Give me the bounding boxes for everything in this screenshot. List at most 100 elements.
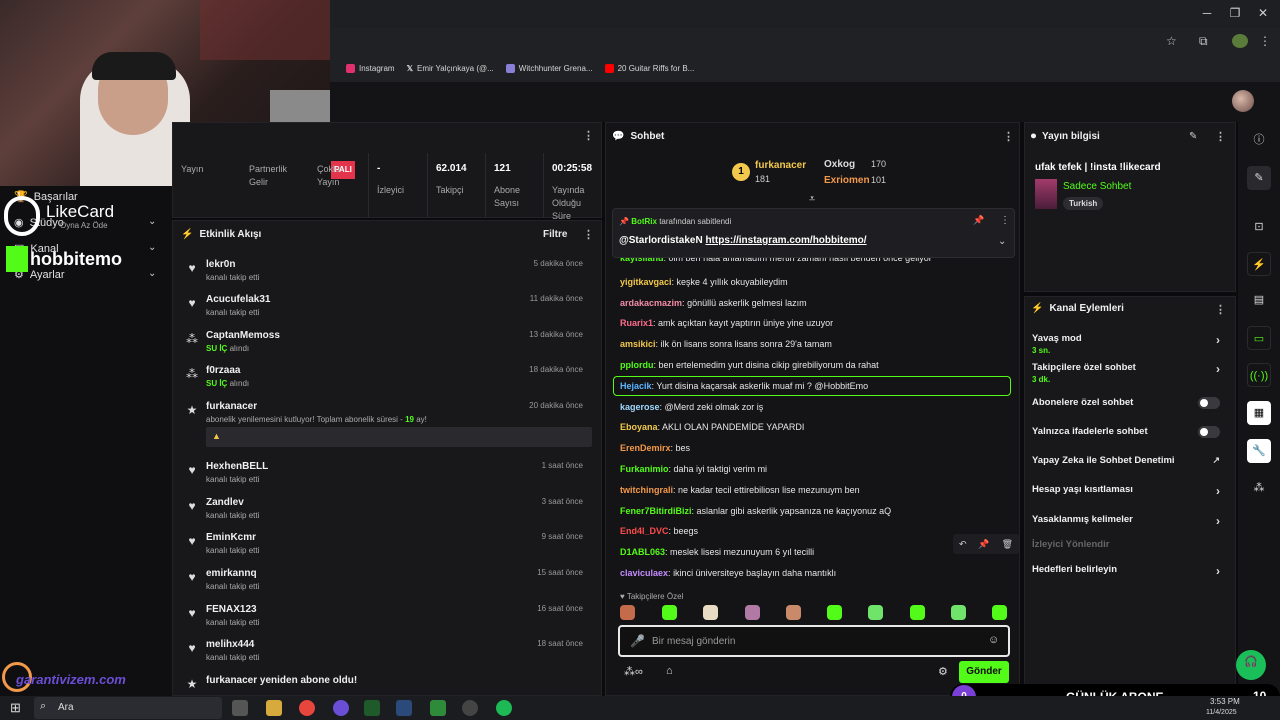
activity-name[interactable]: FENAX123 [206, 604, 257, 615]
activity-name[interactable]: Zandlev [206, 497, 244, 508]
chevron-down-icon[interactable]: ⌄ [148, 242, 156, 253]
chat-username[interactable]: Fener7BitirdiBizi [620, 506, 692, 516]
restore-icon[interactable]: ❐ [1225, 4, 1245, 22]
pin-icon[interactable]: 📌 [978, 539, 989, 550]
activity-name[interactable]: furkanacer [206, 401, 257, 412]
chevron-down-icon[interactable]: ⌄ [998, 236, 1006, 247]
chat-username[interactable]: amsikici [620, 339, 656, 349]
message-input[interactable]: 🎤 Bir mesaj gönderin ☺ [618, 625, 1010, 657]
lightning-icon[interactable]: ⚡ [1247, 252, 1271, 276]
channel-action[interactable]: Hesap yaşı kısıtlaması › [1032, 484, 1228, 498]
channel-action[interactable]: Yasaklanmış kelimeler › [1032, 514, 1228, 528]
external-link-icon[interactable]: ↗ [1212, 455, 1220, 466]
activity-name[interactable]: melihx444 [206, 639, 254, 650]
chevron-right-icon[interactable]: › [1216, 362, 1220, 376]
bookmark-instagram[interactable]: Instagram [346, 63, 395, 73]
windows-start-icon[interactable]: ⊞ [10, 700, 21, 716]
emote-icon[interactable] [745, 605, 760, 620]
expand-icon[interactable]: ⩡ [809, 193, 815, 206]
channel-action[interactable]: Yapay Zeka ile Sohbet Denetimi ↗ [1032, 455, 1228, 466]
filter-button[interactable]: Filtre [543, 229, 567, 240]
channel-action[interactable]: Yalnızca ifadelerle sohbet [1032, 426, 1228, 438]
layout-icon[interactable]: ▦ [1247, 401, 1271, 425]
category-name[interactable]: Sadece Sohbet [1063, 181, 1131, 192]
wrench-icon[interactable]: 🔧 [1247, 439, 1271, 463]
chevron-right-icon[interactable]: › [1216, 484, 1220, 498]
minimize-icon[interactable]: ─ [1197, 4, 1217, 22]
emote-icon[interactable] [620, 605, 635, 620]
chat-username[interactable]: claviculaex [620, 568, 668, 578]
obs-icon[interactable] [333, 700, 349, 716]
bookmark-x[interactable]: 𝕏 Emir Yalçınkaya (@... [407, 64, 494, 73]
chevron-right-icon[interactable]: › [1216, 333, 1220, 347]
emote-icon[interactable] [662, 605, 677, 620]
crop-icon[interactable]: ⊡ [1247, 215, 1271, 239]
third-name[interactable]: Exriomen [824, 175, 870, 186]
avatar[interactable] [1232, 90, 1254, 112]
emote-icon[interactable] [992, 605, 1007, 620]
chevron-right-icon[interactable]: › [1216, 514, 1220, 528]
explorer-icon[interactable] [266, 700, 282, 716]
microphone-icon[interactable]: 🎤 [630, 634, 645, 648]
chat-username[interactable]: Ruarix1 [620, 318, 653, 328]
activity-name[interactable]: emirkannq [206, 568, 257, 579]
channel-action[interactable]: İzleyici Yönlendir [1032, 539, 1228, 550]
chat-username[interactable]: Furkanimio [620, 464, 669, 474]
document-icon[interactable]: ▤ [1247, 288, 1271, 312]
store-icon[interactable]: ⌂ [666, 665, 673, 677]
more-icon[interactable]: ⋮ [1215, 130, 1226, 143]
chat-username[interactable]: D1ABL063 [620, 547, 665, 557]
info-icon[interactable]: ⓘ [1247, 128, 1271, 152]
toggle-switch[interactable] [1198, 397, 1220, 409]
activity-name[interactable]: furkanacer yeniden abone oldu! [206, 675, 357, 686]
spotify-icon[interactable] [496, 700, 512, 716]
more-icon[interactable]: ⋮ [1003, 130, 1014, 143]
menu-icon[interactable]: ⋮ [1259, 34, 1271, 48]
chevron-right-icon[interactable]: › [1216, 564, 1220, 578]
bookmark-witchhunter[interactable]: Witchhunter Grena... [505, 63, 593, 73]
channel-action[interactable]: Abonelere özel sohbet [1032, 397, 1228, 409]
unpin-icon[interactable]: 📌 [973, 215, 984, 226]
chat-username[interactable]: Eboyana [620, 422, 658, 432]
activity-name[interactable]: EminKcmr [206, 532, 256, 543]
reply-icon[interactable]: ↶ [959, 539, 967, 550]
emote-icon[interactable] [786, 605, 801, 620]
leader-name[interactable]: furkanacer [755, 160, 806, 171]
emote-icon[interactable] [827, 605, 842, 620]
chat-username[interactable]: pplordu [620, 360, 654, 370]
send-button[interactable]: Gönder [959, 661, 1009, 683]
chat-icon[interactable]: ▭ [1247, 326, 1271, 350]
emote-icon[interactable] [910, 605, 925, 620]
bookmark-star-icon[interactable]: ☆ [1166, 34, 1177, 48]
channel-action[interactable]: Hedefleri belirleyin › [1032, 564, 1228, 578]
chevron-down-icon[interactable]: ⌄ [148, 268, 156, 279]
chat-username[interactable]: ardakacmazim [620, 298, 682, 308]
task-view-icon[interactable] [232, 700, 248, 716]
more-icon[interactable]: ⋮ [583, 129, 594, 142]
more-icon[interactable]: ⋮ [1215, 303, 1226, 316]
chat-username[interactable]: ErenDemirx [620, 443, 671, 453]
broadcast-icon[interactable]: ((·)) [1247, 363, 1271, 387]
pinned-link[interactable]: https://instagram.com/hobbitemo/ [705, 235, 866, 246]
chat-username[interactable]: twitchingrali [620, 485, 673, 495]
trash-icon[interactable]: 🗑 [1002, 539, 1013, 550]
more-icon[interactable]: ⋮ [1000, 215, 1010, 226]
rewards-icon[interactable]: ⁂∞ [624, 665, 643, 678]
chat-username[interactable]: End4l_DVC [620, 526, 669, 536]
chat-username[interactable]: kagerose [620, 402, 660, 412]
chevron-down-icon[interactable]: ⌄ [148, 216, 156, 227]
steam-icon[interactable] [396, 700, 412, 716]
toggle-switch[interactable] [1198, 426, 1220, 438]
edit-icon[interactable]: ✎ [1189, 131, 1197, 142]
close-icon[interactable]: ✕ [1253, 4, 1273, 22]
app-icon[interactable] [462, 700, 478, 716]
emote-icon[interactable] [703, 605, 718, 620]
channel-action[interactable]: Takipçilere özel sohbet 3 dk. › [1032, 362, 1228, 384]
taskbar-search[interactable]: Ara [34, 697, 222, 719]
activity-name[interactable]: Acucufelak31 [206, 294, 270, 305]
profile-icon[interactable] [1232, 34, 1248, 48]
activity-name[interactable]: f0rzaaa [206, 365, 240, 376]
chat-username[interactable]: yigitkavgaci [620, 277, 672, 287]
second-name[interactable]: Oxkog [824, 159, 855, 170]
app-icon[interactable] [430, 700, 446, 716]
